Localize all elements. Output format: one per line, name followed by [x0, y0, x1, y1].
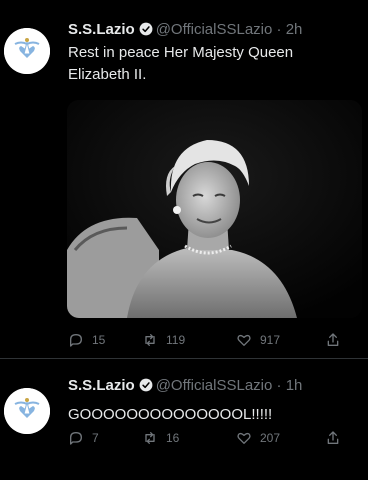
tweet-actions: 7 16 207	[68, 428, 348, 448]
timestamp[interactable]: 1h	[286, 377, 303, 394]
lazio-crest-icon	[4, 28, 50, 74]
like-button[interactable]: 207	[236, 428, 280, 448]
reply-button[interactable]: 7	[68, 428, 99, 448]
retweet-icon	[145, 334, 155, 346]
reply-icon	[70, 334, 82, 347]
retweet-count: 16	[166, 431, 180, 445]
tweet-actions: 15 119 917	[68, 330, 348, 350]
retweet-icon	[145, 432, 155, 444]
share-button[interactable]	[325, 428, 349, 448]
verified-badge-icon	[139, 378, 153, 392]
verified-badge-icon	[139, 22, 153, 36]
share-button[interactable]	[325, 330, 349, 350]
avatar[interactable]	[4, 28, 50, 74]
separator-dot: ·	[272, 21, 286, 38]
reply-icon	[70, 432, 82, 445]
like-count: 917	[260, 333, 281, 347]
tweet-divider	[0, 358, 368, 359]
tweet-photo[interactable]	[67, 100, 362, 318]
tweet-text: Rest in peace Her Majesty Queen Elizabet…	[68, 44, 294, 83]
retweet-button[interactable]: 119	[142, 330, 185, 350]
account-handle[interactable]: @OfficialSSLazio	[156, 21, 273, 38]
heart-icon	[237, 334, 251, 346]
account-handle[interactable]: @OfficialSSLazio	[156, 377, 273, 394]
reply-button[interactable]: 15	[68, 330, 105, 350]
share-icon	[327, 431, 339, 444]
share-icon	[327, 333, 339, 346]
separator-dot: ·	[272, 377, 286, 394]
retweet-button[interactable]: 16	[142, 428, 179, 448]
retweet-count: 119	[166, 333, 186, 347]
tweet-header: S.S.Lazio @OfficialSSLazio · 2h	[68, 20, 302, 40]
timestamp[interactable]: 2h	[286, 21, 303, 38]
heart-icon	[237, 432, 251, 444]
timeline: S.S.Lazio @OfficialSSLazio · 2h Rest in p…	[0, 0, 368, 480]
avatar[interactable]	[4, 388, 50, 434]
like-count: 207	[260, 431, 281, 445]
like-button[interactable]: 917	[236, 330, 280, 350]
portrait-photo	[67, 100, 362, 318]
lazio-crest-icon	[4, 388, 50, 434]
tweet-header: S.S.Lazio @OfficialSSLazio · 1h	[68, 376, 302, 396]
reply-count: 15	[92, 333, 106, 347]
tweet[interactable]: S.S.Lazio @OfficialSSLazio · 1h GOOOOOOOO…	[0, 362, 368, 480]
account-name[interactable]: S.S.Lazio	[68, 377, 135, 394]
tweet-text: GOOOOOOOOOOOOOOL!!!!!	[68, 406, 273, 423]
account-name[interactable]: S.S.Lazio	[68, 21, 135, 38]
tweet[interactable]: S.S.Lazio @OfficialSSLazio · 2h Rest in p…	[0, 0, 368, 356]
reply-count: 7	[92, 431, 99, 445]
